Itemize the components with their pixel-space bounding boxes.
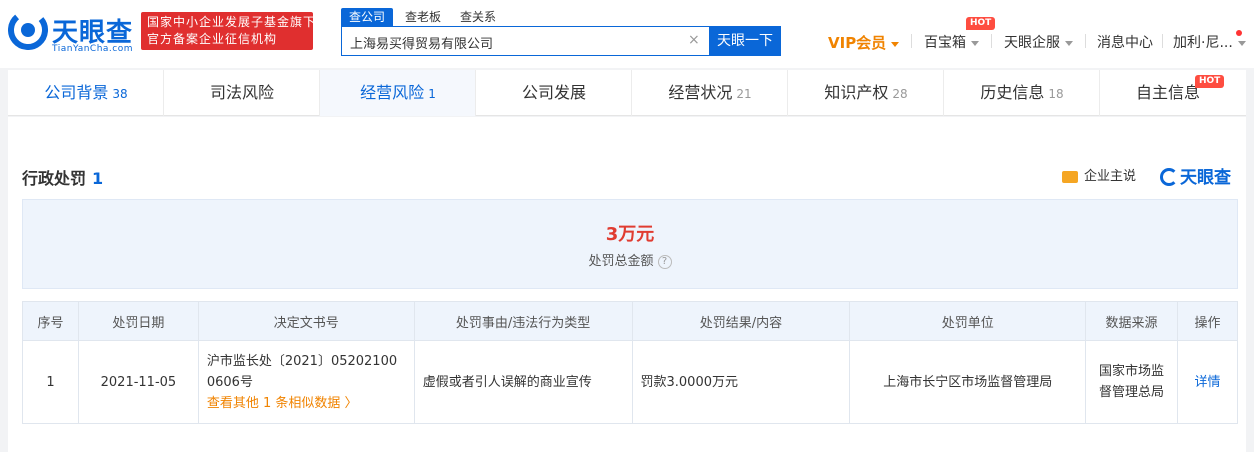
cell-result: 罚款3.0000万元 [631, 340, 851, 424]
cell-source: 国家市场监 督管理总局 [1085, 340, 1178, 424]
chevron-down-icon [1065, 40, 1073, 46]
brand-text: 天眼查 [1180, 168, 1231, 188]
tab-label: 知识产权 [824, 83, 889, 102]
total-amount: 3万元 [605, 224, 655, 245]
treasure-menu[interactable]: 百宝箱 [924, 32, 979, 52]
col-header-index: 序号 [22, 301, 79, 341]
treasure-label: 百宝箱 [924, 35, 966, 51]
col-header-doc-number: 决定文书号 [197, 301, 415, 341]
chevron-down-icon [971, 40, 979, 46]
col-header-action: 操作 [1177, 301, 1238, 341]
tab-count: 21 [736, 87, 752, 101]
total-amount-label-text: 处罚总金额 [588, 254, 654, 269]
search-box: 上海易买得贸易有限公司 × 天眼一下 [341, 26, 781, 56]
cell-date: 2021-11-05 [77, 340, 199, 424]
table-header-row: 序号 处罚日期 决定文书号 处罚事由/违法行为类型 处罚结果/内容 处罚单位 数… [22, 301, 1238, 341]
logo-icon [1160, 168, 1178, 186]
divider [991, 34, 992, 48]
company-tabs: 公司背景 38 司法风险 经营风险 1 公司发展 经营状况 21 知识产权 28 历史信… [8, 70, 1246, 116]
cell-unit: 上海市长宁区市场监督管理局 [849, 340, 1087, 424]
gov-badge: 国家中小企业发展子基金旗下 官方备案企业征信机构 [141, 12, 317, 50]
top-bar: 天眼查 TianYanCha.com 国家中小企业发展子基金旗下 官方备案企业征… [0, 0, 1254, 68]
logo-icon [8, 10, 48, 50]
divider [911, 34, 912, 48]
help-icon[interactable]: ? [657, 255, 672, 269]
tab-count: 38 [112, 87, 128, 101]
gov-badge-line1: 国家中小企业发展子基金旗下 [147, 15, 317, 29]
col-header-reason: 处罚事由/违法行为类型 [413, 301, 633, 341]
col-header-result: 处罚结果/内容 [631, 301, 851, 341]
vip-menu[interactable]: VIP会员 [828, 32, 900, 53]
col-header-date: 处罚日期 [77, 301, 199, 341]
detail-link[interactable]: 详情 [1194, 375, 1220, 390]
table-row: 1 2021-11-05 沪市监长处〔2021〕05202100 0606号 查… [22, 340, 1238, 424]
total-amount-label: 处罚总金额? [23, 250, 1237, 269]
section-title-text: 行政处罚 [22, 169, 87, 188]
tab-label: 历史信息 [980, 83, 1045, 102]
cell-reason: 虚假或者引人误解的商业宣传 [413, 340, 633, 424]
search-tab-relation[interactable]: 查关系 [460, 8, 496, 26]
cell-action: 详情 [1177, 340, 1238, 424]
vip-label: VIP会员 [828, 34, 887, 52]
tab-hot-badge: HOT [1195, 75, 1225, 88]
user-menu[interactable]: 加利·尼... [1173, 32, 1246, 52]
megaphone-icon [1062, 170, 1078, 183]
similar-data-link[interactable]: 查看其他 1 条相似数据 〉 [207, 393, 414, 414]
tab-judicial-risk[interactable]: 司法风险 [164, 70, 320, 116]
tab-label: 司法风险 [209, 83, 274, 102]
search-tab-company[interactable]: 查公司 [341, 8, 394, 26]
tab-history[interactable]: 历史信息 18 [944, 70, 1100, 116]
tab-count: 18 [1048, 87, 1064, 101]
cell-index: 1 [22, 340, 79, 424]
owner-speak-label: 企业主说 [1084, 169, 1137, 184]
divider [1162, 34, 1163, 48]
tab-label: 公司发展 [521, 83, 586, 102]
col-header-source: 数据来源 [1085, 301, 1178, 341]
user-name: 加利·尼... [1173, 35, 1233, 51]
source-line2: 督管理总局 [1099, 385, 1165, 400]
logo-subtitle: TianYanCha.com [52, 44, 134, 54]
search-button[interactable]: 天眼一下 [709, 26, 781, 56]
section-title: 行政处罚 1 [22, 165, 103, 189]
enterprise-service-menu[interactable]: 天眼企服 [1004, 32, 1073, 52]
tab-count: 1 [428, 87, 436, 101]
divider [1085, 34, 1086, 48]
penalty-summary: 3万元 处罚总金额? [22, 199, 1238, 289]
enterprise-service-label: 天眼企服 [1004, 35, 1060, 51]
tab-company-background[interactable]: 公司背景 38 [8, 70, 164, 116]
owner-speak-link[interactable]: 企业主说 [1062, 165, 1136, 184]
tab-operating-risk[interactable]: 经营风险 1 [320, 70, 476, 116]
clear-icon[interactable]: × [688, 32, 700, 48]
tab-label: 经营状况 [668, 83, 733, 102]
source-line1: 国家市场监 [1099, 364, 1165, 379]
col-header-unit: 处罚单位 [849, 301, 1087, 341]
notification-dot [1236, 30, 1242, 36]
tab-business-status[interactable]: 经营状况 21 [632, 70, 788, 116]
tab-label: 公司背景 [44, 83, 109, 102]
doc-number-line1: 沪市监长处〔2021〕05202100 [206, 353, 398, 369]
tab-company-development[interactable]: 公司发展 [476, 70, 632, 116]
chevron-down-icon [891, 41, 900, 47]
chevron-down-icon [1237, 40, 1246, 46]
logo[interactable]: 天眼查 TianYanCha.com [8, 8, 133, 56]
penalty-table: 序号 处罚日期 决定文书号 处罚事由/违法行为类型 处罚结果/内容 处罚单位 数… [22, 301, 1238, 424]
tab-label: 自主信息 [1135, 83, 1200, 102]
hot-badge: HOT [966, 17, 996, 30]
brand-watermark: 天眼查 [1160, 163, 1231, 188]
penalty-section: 行政处罚 1 企业主说 天眼查 3万元 处罚总金额? 序号 处罚日期 决定文书号 … [8, 117, 1246, 452]
tab-label: 经营风险 [360, 83, 425, 102]
search-tab-boss[interactable]: 查老板 [405, 8, 441, 26]
section-count: 1 [92, 169, 104, 188]
doc-number-line2: 0606号 [206, 374, 253, 390]
message-center-link[interactable]: 消息中心 [1097, 32, 1153, 52]
search-input[interactable]: 上海易买得贸易有限公司 [350, 33, 493, 52]
tab-count: 28 [892, 87, 908, 101]
gov-badge-line2: 官方备案企业征信机构 [147, 32, 278, 46]
tab-intellectual-property[interactable]: 知识产权 28 [788, 70, 944, 116]
cell-doc-number: 沪市监长处〔2021〕05202100 0606号 查看其他 1 条相似数据 〉 [197, 340, 415, 424]
